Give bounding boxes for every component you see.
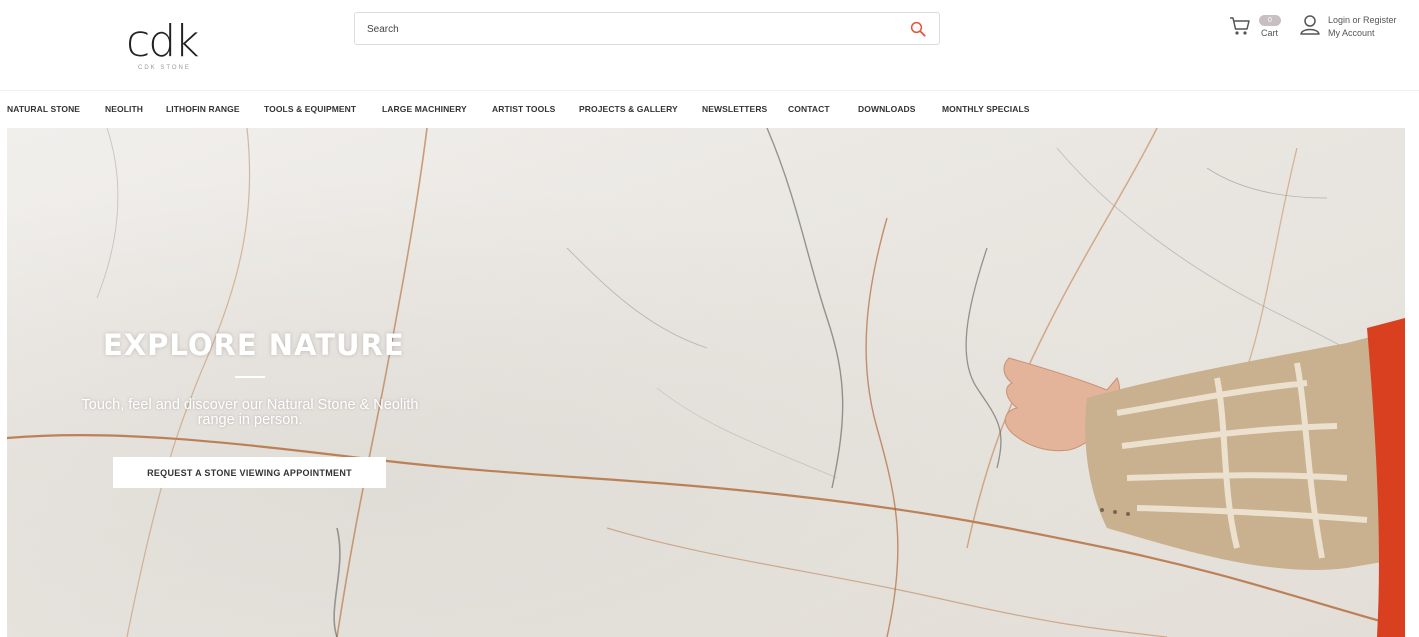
nav-item-neolith[interactable]: NEOLITH: [105, 104, 143, 114]
cart-label: Cart: [1261, 28, 1279, 38]
logo-mark: cdk: [126, 16, 200, 67]
search-bar: [354, 12, 940, 45]
hero-divider: [235, 376, 265, 378]
nav-item-tools-equipment[interactable]: TOOLS & EQUIPMENT: [264, 104, 356, 114]
hero-subtitle: Touch, feel and discover our Natural Sto…: [81, 397, 419, 428]
cart-icon: [1230, 17, 1250, 35]
logo[interactable]: cdk CDK STONE: [126, 20, 216, 75]
login-register-link[interactable]: Login or Register: [1328, 15, 1397, 25]
search-icon[interactable]: [909, 20, 927, 38]
nav-item-monthly-specials[interactable]: MONTHLY SPECIALS: [942, 104, 1030, 114]
logo-subtext: CDK STONE: [138, 65, 191, 71]
nav-item-projects-gallery[interactable]: PROJECTS & GALLERY: [579, 104, 678, 114]
search-input[interactable]: [367, 20, 887, 38]
marble-background-image: [7, 128, 1405, 637]
nav-item-downloads[interactable]: DOWNLOADS: [858, 104, 916, 114]
hero-title: EXPLORE NATURE: [103, 328, 405, 362]
cart-count-badge: 0: [1259, 15, 1281, 26]
nav-item-lithofin-range[interactable]: LITHOFIN RANGE: [166, 104, 240, 114]
nav-item-contact[interactable]: CONTACT: [788, 104, 830, 114]
main-nav: NATURAL STONE NEOLITH LITHOFIN RANGE TOO…: [0, 90, 1419, 128]
hero-banner: EXPLORE NATURE Touch, feel and discover …: [7, 128, 1405, 637]
cart-link[interactable]: 0 Cart: [1228, 12, 1288, 42]
nav-item-large-machinery[interactable]: LARGE MACHINERY: [382, 104, 467, 114]
nav-item-newsletters[interactable]: NEWSLETTERS: [702, 104, 767, 114]
request-appointment-button[interactable]: REQUEST A STONE VIEWING APPOINTMENT: [113, 457, 386, 488]
site-header: cdk CDK STONE 0 Cart Login or Register M…: [0, 0, 1419, 90]
account-menu: Login or Register My Account: [1298, 12, 1419, 44]
nav-item-natural-stone[interactable]: NATURAL STONE: [7, 104, 80, 114]
user-icon[interactable]: [1298, 13, 1322, 37]
my-account-link[interactable]: My Account: [1328, 28, 1375, 38]
nav-item-artist-tools[interactable]: ARTIST TOOLS: [492, 104, 555, 114]
